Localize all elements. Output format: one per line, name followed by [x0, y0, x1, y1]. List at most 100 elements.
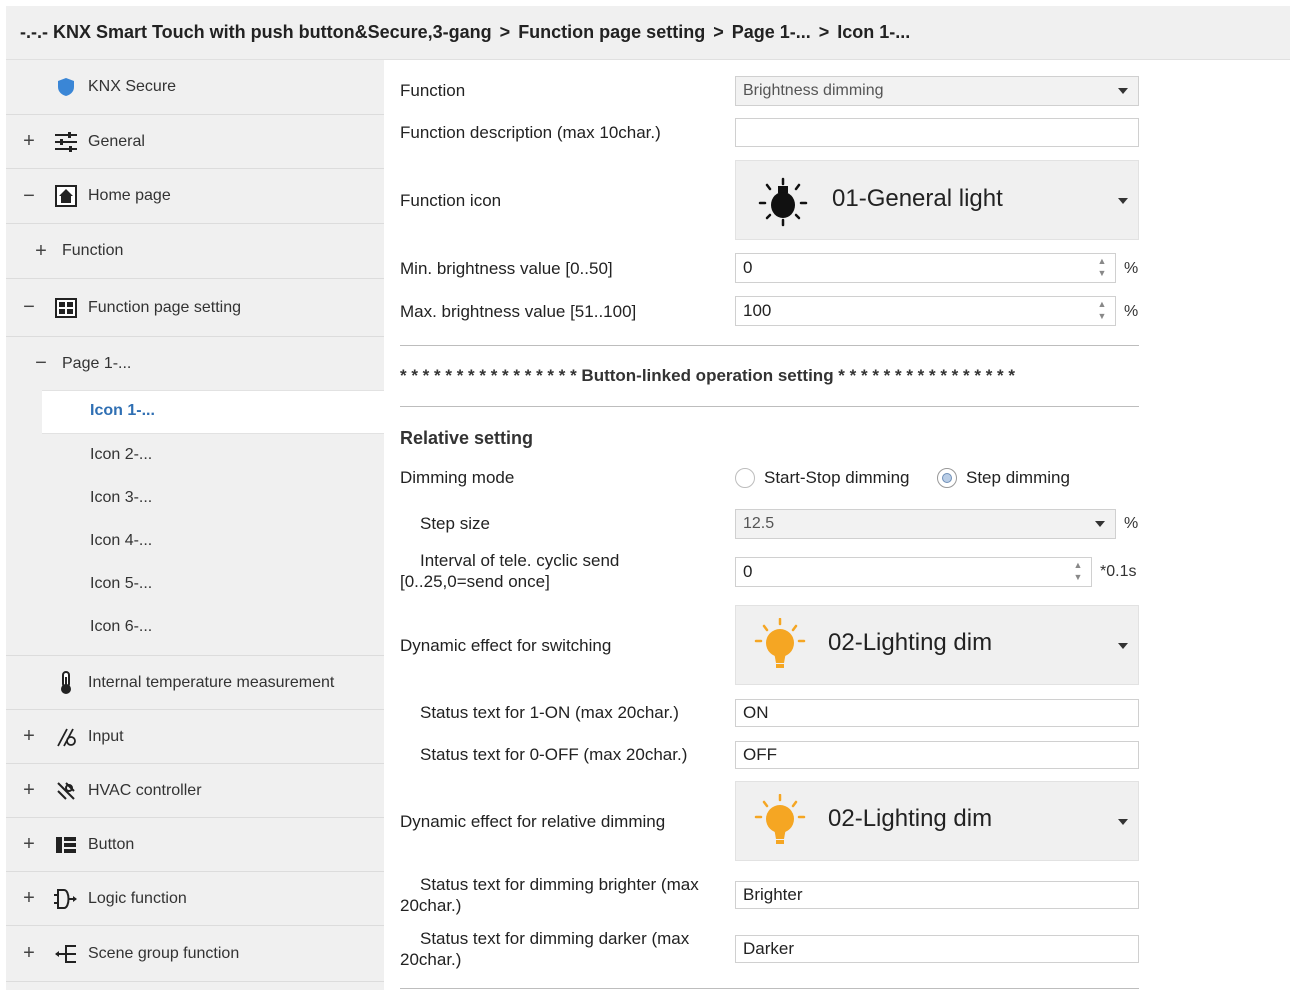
radio-start-stop-dimming[interactable] — [735, 468, 755, 488]
expand-icon[interactable]: + — [34, 240, 48, 263]
expand-icon[interactable]: + — [22, 833, 36, 856]
sidebar-item-general[interactable]: + General — [6, 115, 384, 169]
divider — [400, 406, 1139, 407]
sidebar-item-knx-secure[interactable]: KNX Secure — [6, 60, 384, 115]
dimming-mode-label: Dimming mode — [400, 468, 515, 487]
darker-value: Darker — [743, 939, 795, 958]
function-dropdown[interactable]: Brightness dimming — [735, 76, 1139, 106]
interval-unit: *0.1s — [1100, 563, 1137, 580]
darker-label-line2: 20char.) — [400, 950, 462, 969]
sidebar-item-label: Internal temperature measurement — [88, 673, 335, 691]
scene-tree-icon — [54, 942, 78, 966]
collapse-icon[interactable]: − — [34, 352, 48, 375]
breadcrumb-separator: > — [499, 22, 511, 42]
sidebar-item-icon5[interactable]: Icon 5-... — [90, 575, 152, 593]
lightbulb-orange-icon — [754, 617, 806, 677]
interval-label-line1: Interval of tele. cyclic send — [420, 551, 620, 570]
chevron-down-icon — [1118, 819, 1128, 825]
sidebar-item-icon2[interactable]: Icon 2-... — [90, 446, 152, 464]
breadcrumb-separator: > — [818, 22, 830, 42]
collapse-icon[interactable]: − — [22, 185, 36, 208]
dynamic-switching-dropdown[interactable]: 02-Lighting dim — [735, 605, 1139, 685]
chevron-down-icon — [1118, 643, 1128, 649]
brighter-input[interactable]: Brighter — [735, 881, 1139, 909]
sidebar-item-function-page-setting[interactable]: − Function page setting — [6, 279, 384, 337]
breadcrumb-item-page1[interactable]: Page 1-... — [732, 22, 811, 43]
interval-input[interactable]: 0 ▲ ▼ — [735, 557, 1092, 587]
sidebar-item-label: Home page — [88, 187, 171, 204]
function-description-input[interactable] — [735, 118, 1139, 147]
home-icon — [54, 184, 78, 208]
collapse-icon[interactable]: − — [22, 296, 36, 319]
spinner-arrows-icon[interactable]: ▲ ▼ — [1071, 560, 1085, 582]
chevron-down-icon — [1118, 198, 1128, 204]
input-icon — [54, 725, 78, 749]
status-on-label: Status text for 1-ON (max 20char.) — [420, 703, 679, 722]
sidebar-item-icon6[interactable]: Icon 6-... — [90, 618, 152, 636]
min-brightness-unit: % — [1124, 260, 1139, 277]
function-icon-label: Function icon — [400, 191, 502, 210]
min-brightness-value: 0 — [743, 258, 753, 277]
breadcrumb-separator: > — [713, 22, 724, 42]
dynamic-relative-dropdown[interactable]: 02-Lighting dim — [735, 781, 1139, 861]
min-brightness-input[interactable]: 0 ▲ ▼ — [735, 253, 1116, 283]
expand-icon[interactable]: + — [22, 887, 36, 910]
sidebar-item-input[interactable]: + Input — [6, 710, 384, 764]
breadcrumb-item-device[interactable]: -.-.- KNX Smart Touch with push button&S… — [20, 22, 492, 43]
sidebar-item-home-page[interactable]: − Home page — [6, 169, 384, 224]
expand-icon[interactable]: + — [22, 779, 36, 802]
dynamic-switching-value: 02-Lighting dim — [828, 629, 993, 656]
sidebar-item-internal-temperature[interactable]: Internal temperature measurement — [6, 655, 384, 710]
expand-icon[interactable]: + — [22, 130, 36, 153]
status-on-input[interactable]: ON — [735, 699, 1139, 727]
function-label: Function — [400, 81, 466, 100]
breadcrumb: -.-.- KNX Smart Touch with push button&S… — [6, 6, 1290, 60]
function-icon-dropdown[interactable]: 01-General light — [735, 160, 1139, 240]
expand-icon[interactable]: + — [22, 725, 36, 748]
function-icon-value: 01-General light — [832, 185, 1003, 212]
sidebar-item-label: Page 1-... — [62, 354, 132, 372]
darker-label-line1: Status text for dimming darker (max — [420, 929, 690, 948]
dynamic-relative-label: Dynamic effect for relative dimming — [400, 812, 666, 831]
sidebar-item-button[interactable]: + Button — [6, 818, 384, 872]
sidebar-item-page1[interactable]: − Page 1-... — [6, 337, 384, 390]
sidebar-item-icon1[interactable]: Icon 1-... — [90, 402, 155, 420]
spinner-arrows-icon[interactable]: ▲ ▼ — [1095, 256, 1109, 278]
step-size-dropdown[interactable]: 12.5 — [735, 509, 1116, 539]
breadcrumb-item-function-page-setting[interactable]: Function page setting — [518, 22, 705, 43]
function-value: Brightness dimming — [743, 82, 884, 99]
thermometer-icon — [54, 670, 78, 695]
sidebar-item-logic-function[interactable]: + Logic function — [6, 872, 384, 926]
spinner-arrows-icon[interactable]: ▲ ▼ — [1095, 299, 1109, 321]
radio-label-step[interactable]: Step dimming — [966, 468, 1070, 488]
sidebar-item-function[interactable]: + Function — [6, 224, 384, 279]
sliders-icon — [54, 130, 78, 154]
button-list-icon — [54, 833, 78, 857]
sidebar-item-label: Logic function — [88, 889, 187, 907]
expand-icon[interactable]: + — [22, 942, 36, 965]
step-size-label: Step size — [420, 514, 490, 533]
step-size-unit: % — [1124, 515, 1139, 532]
sidebar: KNX Secure + General − Home page + Funct… — [6, 60, 384, 990]
sidebar-item-icon3[interactable]: Icon 3-... — [90, 489, 152, 507]
status-off-input[interactable]: OFF — [735, 741, 1139, 769]
brighter-label-line1: Status text for dimming brighter (max — [420, 875, 699, 894]
chevron-down-icon — [1118, 88, 1128, 94]
status-on-value: ON — [743, 703, 769, 722]
grid-page-icon — [54, 296, 78, 320]
logic-gate-icon — [54, 887, 78, 911]
radio-label-start-stop[interactable]: Start-Stop dimming — [764, 468, 910, 488]
chevron-down-icon — [1095, 521, 1105, 527]
min-brightness-label: Min. brightness value [0..50] — [400, 259, 613, 278]
sidebar-item-scene-group[interactable]: + Scene group function — [6, 926, 384, 982]
divider — [400, 345, 1139, 346]
sidebar-item-label: General — [88, 132, 145, 150]
darker-input[interactable]: Darker — [735, 935, 1139, 963]
max-brightness-unit: % — [1124, 303, 1139, 320]
sidebar-item-hvac[interactable]: + HVAC controller — [6, 764, 384, 818]
max-brightness-input[interactable]: 100 ▲ ▼ — [735, 296, 1116, 326]
divider — [400, 988, 1139, 989]
breadcrumb-item-icon1[interactable]: Icon 1-... — [837, 22, 910, 43]
sidebar-item-icon4[interactable]: Icon 4-... — [90, 532, 152, 550]
radio-step-dimming[interactable] — [937, 468, 957, 488]
